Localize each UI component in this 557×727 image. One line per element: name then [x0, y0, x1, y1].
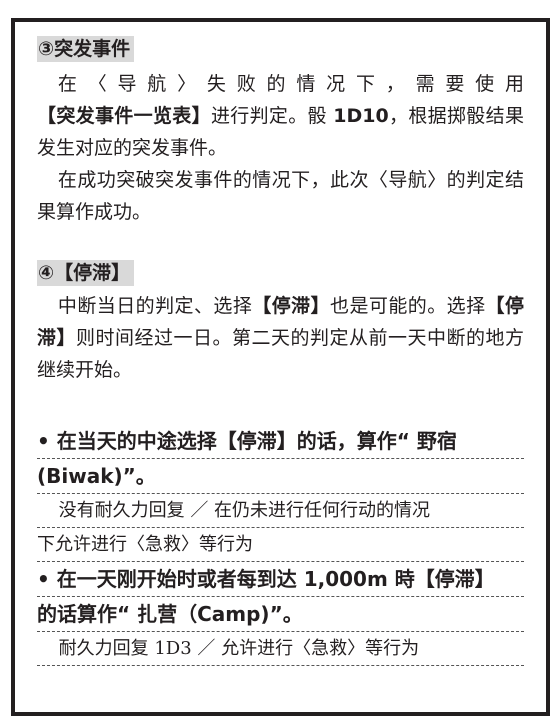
bullet-title-line: • 在当天的中途选择【停滞】的话，算作“ 野宿 — [37, 424, 524, 459]
bullet-camp: • 在一天刚开始时或者每到达 1,000m 時【停滞】 的话算作“ 扎营（Cam… — [37, 562, 524, 666]
bullet-biwak: • 在当天的中途选择【停滞】的话，算作“ 野宿 (Biwak)”。 没有耐久力回… — [37, 424, 524, 562]
text-fragment: 中断当日的判定、选择 — [57, 295, 253, 317]
event-table-reference: 【突发事件一览表】 — [37, 105, 211, 127]
bullet-title-line: (Biwak)”。 — [37, 459, 524, 494]
bullet-note-line: 下允许进行〈急救〉等行为 — [37, 528, 524, 562]
bullet-title-line: • 在一天刚开始时或者每到达 1,000m 時【停滞】 — [37, 562, 524, 597]
rules-content: ③突发事件 在〈导航〉失败的情况下，需要使用【突发事件一览表】进行判定。骰 1D… — [37, 36, 524, 666]
paragraph-event-success: 在成功突破突发事件的情况下，此次〈导航〉的判定结果算作成功。 — [37, 169, 524, 223]
text-fragment: 在〈导航〉失败的情况下，需要使用 — [57, 73, 524, 95]
bullet-note-line: 没有耐久力回复 ／ 在仍未进行任何行动的情况 — [37, 494, 524, 528]
stagnation-term: 【停滞】 — [252, 295, 331, 317]
paragraph-navigation-failure: 在〈导航〉失败的情况下，需要使用【突发事件一览表】进行判定。骰 1D10，根据掷… — [37, 68, 524, 164]
text-fragment: 进行判定。骰 — [210, 105, 334, 127]
rules-box: ③突发事件 在〈导航〉失败的情况下，需要使用【突发事件一览表】进行判定。骰 1D… — [11, 18, 550, 716]
bullet-title-line: 的话算作“ 扎营（Camp)”。 — [37, 597, 524, 632]
text-fragment: 则时间经过一日。第二天的判定从前一天中断的地方继续开始。 — [37, 327, 524, 381]
text-fragment: 也是可能的。选择 — [330, 295, 486, 317]
dice-notation: 1D10 — [333, 105, 389, 127]
section-heading-event: ③突发事件 — [37, 36, 135, 62]
bullet-note-line: 耐久力回复 1D3 ／ 允许进行〈急救〉等行为 — [37, 632, 524, 666]
section-heading-stagnation: ④【停滞】 — [37, 260, 135, 286]
paragraph-stagnation: 中断当日的判定、选择【停滞】也是可能的。选择【停滞】则时间经过一日。第二天的判定… — [37, 290, 524, 386]
